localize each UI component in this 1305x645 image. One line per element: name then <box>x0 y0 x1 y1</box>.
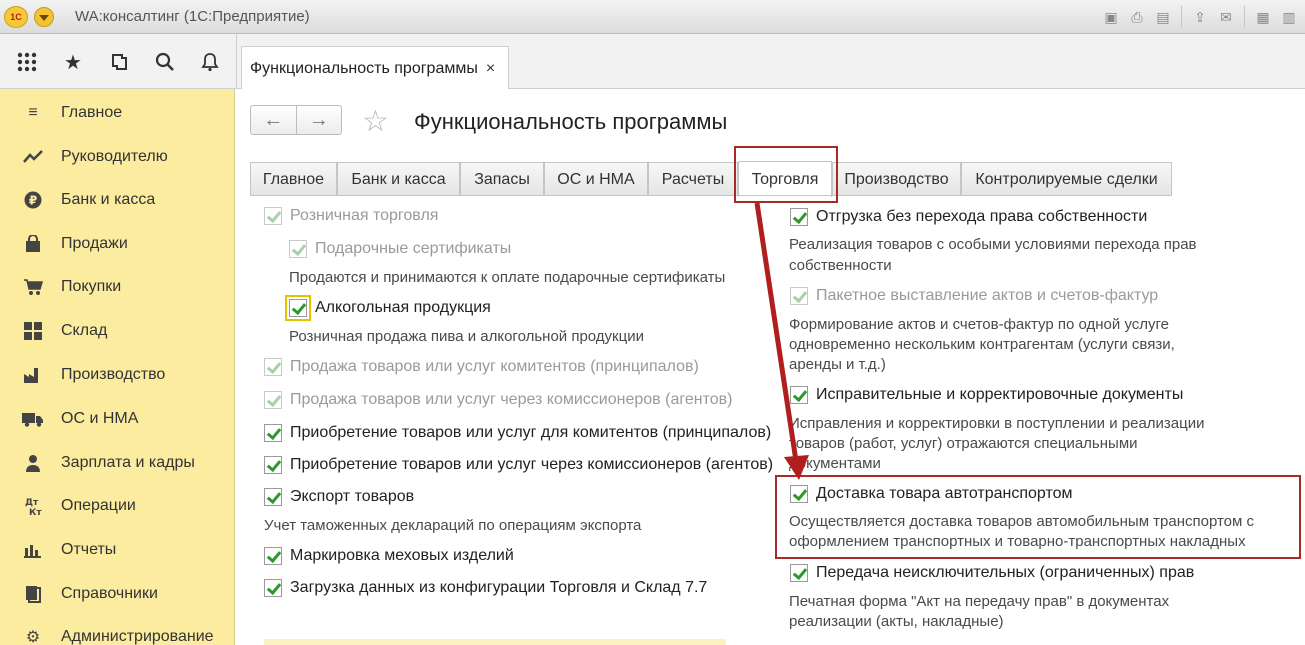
title-bar: 1С WA:консалтинг (1С:Предприятие) ▣ ⎙ ▤ … <box>0 0 1305 34</box>
link-icon[interactable]: ⇪ <box>1190 7 1210 27</box>
preview-icon[interactable]: ▤ <box>1153 7 1173 27</box>
svg-text:Дт: Дт <box>25 498 39 508</box>
sidebar-item-label: Покупки <box>61 278 122 295</box>
ruble-icon: ₽ <box>22 189 44 211</box>
cart-icon <box>22 276 44 298</box>
main-content: ← → ☆ Функциональность программы Главное… <box>236 89 1305 645</box>
search-icon[interactable] <box>153 50 177 74</box>
sidebar: ≡ Главное Руководителю ₽ Банк и касса Пр… <box>0 89 235 645</box>
chevron-down-icon <box>39 15 49 21</box>
sidebar-item-label: Справочники <box>61 585 158 602</box>
app-title: WA:консалтинг (1С:Предприятие) <box>75 8 310 25</box>
trend-icon <box>22 146 44 168</box>
sidebar-item-production[interactable]: Производство <box>0 355 235 395</box>
save-icon[interactable]: ▣ <box>1101 7 1121 27</box>
truck-icon <box>22 408 44 430</box>
history-icon[interactable] <box>108 50 132 74</box>
bell-icon[interactable] <box>198 50 222 74</box>
sidebar-item-reports[interactable]: Отчеты <box>0 530 235 570</box>
sidebar-item-label: Главное <box>61 104 123 121</box>
bag-icon <box>22 233 44 255</box>
tab-label: Функциональность программы <box>250 59 478 77</box>
person-icon <box>22 452 44 474</box>
svg-text:₽: ₽ <box>29 194 37 208</box>
open-tabs-strip: Функциональность программы × <box>237 34 1305 90</box>
sidebar-item-assets[interactable]: ОС и НМА <box>0 399 235 439</box>
sidebar-item-label: Администрирование <box>61 628 214 645</box>
apps-grid-icon[interactable] <box>15 50 39 74</box>
sidebar-item-label: Склад <box>61 322 108 339</box>
tab-functionality[interactable]: Функциональность программы × <box>241 46 509 90</box>
star-icon[interactable]: ★ <box>61 50 85 74</box>
sidebar-item-warehouse[interactable]: Склад <box>0 311 235 351</box>
main-menu-button[interactable] <box>34 7 54 27</box>
mail-icon[interactable]: ✉ <box>1216 7 1236 27</box>
calendar-icon[interactable]: ▥ <box>1279 7 1299 27</box>
toolbar-divider <box>1244 6 1245 28</box>
sidebar-item-label: Руководителю <box>61 148 168 165</box>
sidebar-item-references[interactable]: Справочники <box>0 574 235 614</box>
sidebar-item-purchases[interactable]: Покупки <box>0 267 235 307</box>
sidebar-item-salary[interactable]: Зарплата и кадры <box>0 443 235 483</box>
sidebar-item-manager[interactable]: Руководителю <box>0 137 235 177</box>
calculator-icon[interactable]: ▦ <box>1253 7 1273 27</box>
print-icon[interactable]: ⎙ <box>1127 7 1147 27</box>
app-logo: 1С <box>4 6 28 28</box>
title-toolbar: ▣ ⎙ ▤ ⇪ ✉ ▦ ▥ <box>1101 5 1305 29</box>
sidebar-item-label: ОС и НМА <box>61 410 139 427</box>
svg-text:Кт: Кт <box>29 508 42 516</box>
sidebar-item-main[interactable]: ≡ Главное <box>0 93 235 133</box>
books-icon <box>22 583 44 605</box>
factory-icon <box>22 364 44 386</box>
sidebar-item-sales[interactable]: Продажи <box>0 224 235 264</box>
panel-toolbar: ★ <box>0 34 237 89</box>
close-icon[interactable]: × <box>486 60 495 78</box>
sidebar-item-label: Операции <box>61 497 136 514</box>
sidebar-item-label: Банк и касса <box>61 191 156 208</box>
bar-chart-icon <box>22 539 44 561</box>
sidebar-item-label: Производство <box>61 366 166 383</box>
sidebar-item-label: Зарплата и кадры <box>61 454 195 471</box>
dt-kt-icon: Дт Кт <box>22 495 44 517</box>
sidebar-item-bank[interactable]: ₽ Банк и касса <box>0 180 235 220</box>
toolbar-divider <box>1181 6 1182 28</box>
sidebar-item-admin[interactable]: ⚙ Администрирование <box>0 617 235 645</box>
sidebar-item-label: Продажи <box>61 235 128 252</box>
annotation-arrow <box>754 202 809 480</box>
menu-icon: ≡ <box>28 104 38 121</box>
sidebar-item-label: Отчеты <box>61 541 117 558</box>
sidebar-item-operations[interactable]: Дт Кт Операции <box>0 486 235 526</box>
gear-icon: ⚙ <box>25 629 41 645</box>
grid-icon <box>22 320 44 342</box>
